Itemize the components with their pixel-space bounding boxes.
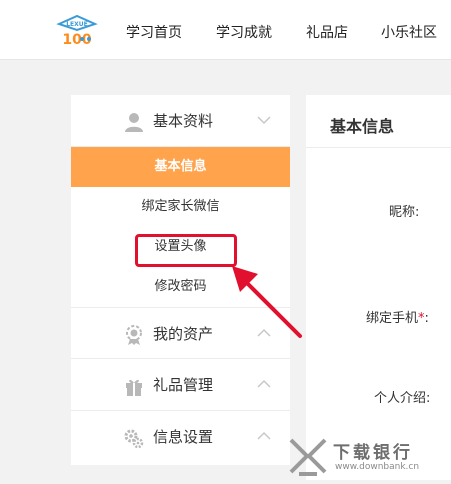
basic-info-panel: 基本信息 昵称: 绑定手机*: 个人介绍: — [306, 95, 451, 480]
nav-community[interactable]: 小乐社区 — [381, 24, 437, 42]
sidebar-section-label: 我的资产 — [153, 325, 214, 343]
sidebar-menu: 基本资料 基本信息 绑定家长微信 设置头像 修改密码 我的资产 礼品管理 信息设… — [71, 95, 290, 465]
highlight-box — [135, 234, 237, 267]
bio-label: 个人介绍: — [374, 391, 431, 406]
divider — [306, 147, 451, 148]
watermark: 下载银行 www.downbank.cn — [285, 434, 451, 480]
sidebar-section-label: 礼品管理 — [153, 376, 214, 394]
chevron-up-icon[interactable] — [255, 427, 273, 445]
sidebar-section-gift-management[interactable]: 礼品管理 — [71, 359, 290, 411]
bind-phone-label-text: 绑定手机 — [366, 311, 419, 326]
top-nav-bar: LEXUE 100 学习首页 学习成就 礼品店 小乐社区 — [0, 0, 451, 60]
watermark-url: www.downbank.cn — [335, 462, 420, 472]
sidebar-section-my-assets[interactable]: 我的资产 — [71, 307, 290, 359]
settings-icon — [123, 427, 145, 449]
downbank-logo-icon — [285, 434, 331, 480]
user-icon — [123, 111, 145, 133]
sidebar-section-label: 信息设置 — [153, 428, 214, 446]
nickname-label: 昵称: — [389, 205, 420, 220]
sidebar-item-bind-parent-wechat[interactable]: 绑定家长微信 — [71, 187, 290, 227]
chevron-up-icon[interactable] — [255, 375, 273, 393]
nav-learning-home[interactable]: 学习首页 — [126, 24, 182, 42]
sidebar-section-info-settings[interactable]: 信息设置 — [71, 411, 290, 463]
page-title: 基本信息 — [330, 117, 395, 136]
watermark-title: 下载银行 — [333, 443, 413, 463]
lexue-logo[interactable]: LEXUE 100 — [56, 12, 98, 48]
svg-text:LEXUE: LEXUE — [66, 21, 88, 28]
chevron-up-icon[interactable] — [255, 324, 273, 342]
sidebar-section-label: 基本资料 — [153, 112, 214, 130]
nav-achievements[interactable]: 学习成就 — [216, 24, 272, 42]
chevron-down-icon[interactable] — [255, 111, 273, 129]
badge-icon — [123, 324, 145, 346]
sidebar-item-change-password[interactable]: 修改密码 — [71, 267, 290, 307]
sidebar-item-basic-info[interactable]: 基本信息 — [71, 147, 290, 187]
nav-gift-shop[interactable]: 礼品店 — [306, 24, 348, 42]
sidebar-section-basic-info[interactable]: 基本资料 — [71, 95, 290, 147]
bind-phone-label-colon: : — [424, 311, 429, 326]
gift-icon — [123, 375, 145, 397]
bind-phone-label: 绑定手机*: — [366, 311, 429, 327]
